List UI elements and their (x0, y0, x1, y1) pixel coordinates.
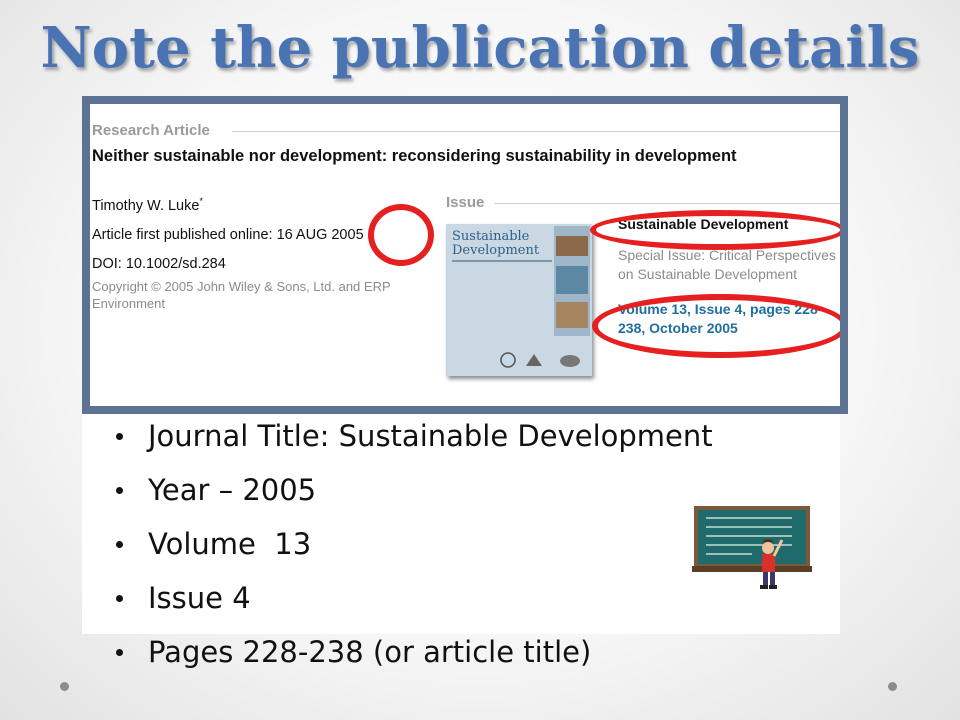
publication-details-list: Journal Title: Sustainable Development Y… (112, 416, 713, 686)
slide-title: Note the publication details (40, 15, 920, 81)
article-screenshot: Research Article Neither sustainable nor… (90, 104, 840, 406)
journal-cover: Sustainable Development (446, 224, 592, 376)
research-article-label: Research Article (92, 122, 210, 139)
article-author: Timothy W. Luke* (92, 196, 203, 214)
bullet-dot-icon (116, 433, 123, 440)
volume-highlight-ring (592, 294, 840, 358)
article-screenshot-frame: Research Article Neither sustainable nor… (82, 96, 848, 414)
bullet-dot-icon (116, 541, 123, 548)
corner-dot-left (60, 682, 69, 691)
issue-divider (494, 203, 840, 204)
cover-rule (452, 260, 552, 262)
bullet-dot-icon (116, 487, 123, 494)
cover-title: Sustainable Development (452, 229, 540, 258)
article-copyright: Copyright © 2005 John Wiley & Sons, Ltd.… (92, 279, 391, 311)
article-title: Neither sustainable nor development: rec… (92, 147, 737, 165)
bullet-year: Year – 2005 (112, 470, 713, 524)
cover-artwork-icon (554, 226, 590, 336)
year-highlight-ring (368, 204, 434, 266)
bullet-pages: Pages 228-238 (or article title) (112, 632, 713, 686)
section-divider (232, 131, 840, 132)
teacher-at-chalkboard-icon (692, 506, 812, 589)
bullet-issue: Issue 4 (112, 578, 713, 632)
article-published-date: Article first published online: 16 AUG 2… (92, 227, 364, 243)
journal-highlight-ring (590, 210, 840, 250)
bullet-dot-icon (116, 649, 123, 656)
bullet-volume: Volume 13 (112, 524, 713, 578)
corner-dot-right (888, 682, 897, 691)
author-mark: * (199, 196, 203, 206)
issue-special-title: Special Issue: Critical Perspectives on … (618, 247, 836, 282)
bullet-journal-title: Journal Title: Sustainable Development (112, 416, 713, 470)
author-name: Timothy W. Luke (92, 197, 200, 214)
issue-section-label: Issue (446, 194, 485, 211)
article-doi: DOI: 10.1002/sd.284 (92, 256, 226, 272)
cover-publisher-logos-icon (500, 352, 580, 368)
bullet-dot-icon (116, 595, 123, 602)
